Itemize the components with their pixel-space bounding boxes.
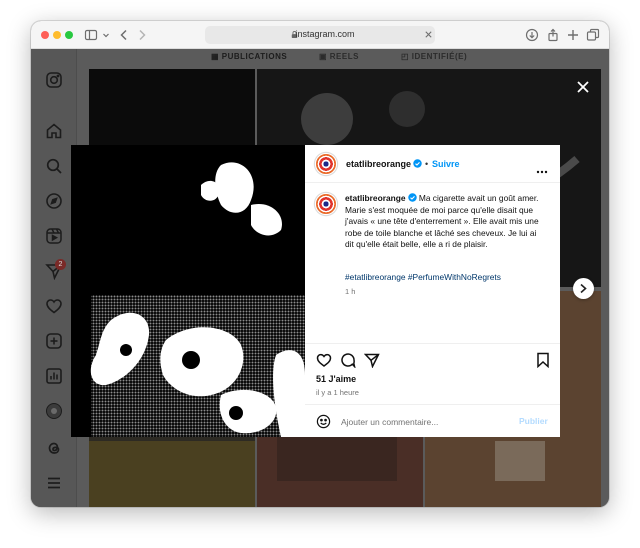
follow-button[interactable]: Suivre [432,159,460,169]
post-modal: etatlibreorange • Suivre etatlibreorange… [71,145,560,437]
avatar[interactable] [315,153,337,175]
home-icon[interactable] [45,122,63,140]
tagged-icon: ◰ [401,52,412,61]
browser-window: instagram.com 2 ▦ PUBLICATIONS ▣ REELS ◰… [31,21,609,507]
chevron-down-icon[interactable] [99,28,109,42]
next-post-button[interactable] [573,278,594,299]
post-time: il y a 1 heure [316,388,359,397]
caption-username[interactable]: etatlibreorange [345,193,406,203]
post-caption: etatlibreorange Ma cigarette avait un go… [345,193,545,251]
dashboard-icon[interactable] [45,367,63,385]
post-image [71,145,305,437]
save-icon[interactable] [535,352,551,368]
instagram-page: 2 ▦ PUBLICATIONS ▣ REELS ◰ IDENTIFIÉ(E) [31,49,609,507]
zoom-window-button[interactable] [65,31,73,39]
search-icon[interactable] [45,157,63,175]
explore-icon[interactable] [45,192,63,210]
separator: • [425,159,429,169]
verified-icon [407,193,417,202]
more-options-icon[interactable] [536,161,548,174]
back-icon[interactable] [117,28,131,42]
post-username[interactable]: etatlibreorange [346,159,422,169]
post-details-panel: etatlibreorange • Suivre etatlibreorange… [305,145,560,437]
messages-badge: 2 [55,259,66,270]
url-text: instagram.com [295,29,355,39]
emoji-icon[interactable] [316,414,331,429]
menu-icon[interactable] [45,474,63,492]
likes-count[interactable]: 51 J'aime [316,374,356,384]
browser-toolbar: instagram.com [31,21,609,49]
address-bar[interactable]: instagram.com [205,26,435,44]
minimize-window-button[interactable] [53,31,61,39]
create-icon[interactable] [45,332,63,350]
notifications-icon[interactable] [45,297,63,315]
share-post-icon[interactable] [364,352,380,368]
like-icon[interactable] [316,352,332,368]
tabs-overview-icon[interactable] [586,28,600,42]
post-actions [305,343,560,368]
threads-icon[interactable] [45,439,63,457]
close-icon[interactable] [576,80,590,94]
profile-avatar[interactable] [45,402,63,420]
chevron-right-icon [580,283,587,294]
reels-icon[interactable] [45,227,63,245]
instagram-logo-icon[interactable] [45,71,63,89]
caption-time: 1 h [345,287,356,296]
download-icon[interactable] [525,28,539,42]
share-icon[interactable] [546,28,560,42]
post-hashtags[interactable]: #etatlibreorange #PerfumeWithNoRegrets [345,272,501,282]
tab-tagged[interactable]: ◰ IDENTIFIÉ(E) [401,52,467,61]
avatar[interactable] [315,193,337,215]
verified-icon [413,159,422,168]
reels-icon: ▣ [319,52,330,61]
forward-icon[interactable] [135,28,149,42]
comment-bar: Publier [305,404,560,437]
publish-button[interactable]: Publier [519,416,548,426]
new-tab-icon[interactable] [566,28,580,42]
clear-icon[interactable] [424,30,433,39]
close-window-button[interactable] [41,31,49,39]
sidebar-icon[interactable] [84,28,98,42]
comment-input[interactable] [341,415,501,429]
tab-publications[interactable]: ▦ PUBLICATIONS [211,52,287,61]
comment-icon[interactable] [340,352,356,368]
grid-icon: ▦ [211,52,222,61]
post-header: etatlibreorange • Suivre [305,145,560,183]
tab-reels[interactable]: ▣ REELS [319,52,359,61]
